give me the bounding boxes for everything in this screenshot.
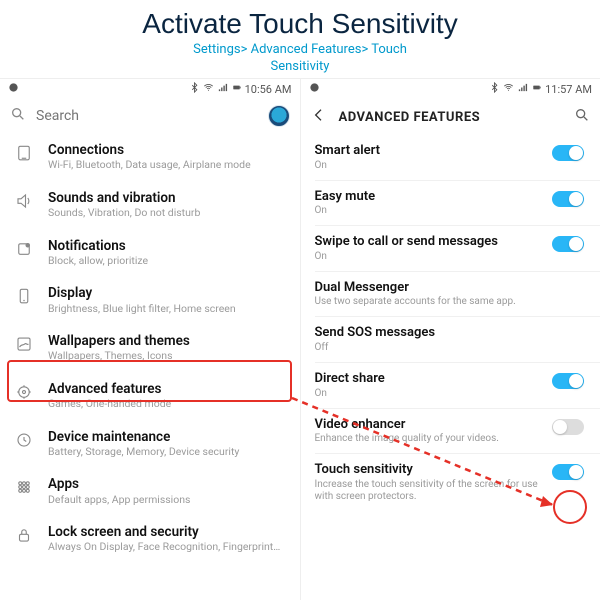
toggle-direct-share[interactable] xyxy=(552,373,584,389)
advanced-icon xyxy=(14,381,34,401)
search-bar[interactable] xyxy=(0,99,300,133)
features-list: Smart alertOn Easy muteOn Swipe to call … xyxy=(301,135,600,511)
row-connections[interactable]: ConnectionsWi-Fi, Bluetooth, Data usage,… xyxy=(0,133,300,181)
lock-icon xyxy=(14,524,34,544)
row-swipe-call[interactable]: Swipe to call or send messagesOn xyxy=(301,226,600,271)
search-icon[interactable] xyxy=(574,107,590,127)
wifi-icon xyxy=(203,82,214,96)
breadcrumb: Settings> Advanced Features> Touch Sensi… xyxy=(0,42,600,76)
screen-header: ADVANCED FEATURES xyxy=(301,99,600,135)
notifications-icon xyxy=(14,238,34,258)
connections-icon xyxy=(14,142,34,162)
row-notifications[interactable]: NotificationsBlock, allow, prioritize xyxy=(0,229,300,277)
row-sos[interactable]: Send SOS messagesOff xyxy=(301,317,600,362)
settings-screen: 10:56 AM ConnectionsWi-Fi, Bluetooth, Da… xyxy=(0,78,300,600)
page-title: Activate Touch Sensitivity xyxy=(0,0,600,40)
row-apps[interactable]: AppsDefault apps, App permissions xyxy=(0,467,300,515)
wifi-icon xyxy=(503,82,514,96)
reddit-icon xyxy=(309,82,320,96)
settings-list: ConnectionsWi-Fi, Bluetooth, Data usage,… xyxy=(0,133,300,563)
row-touch-sensitivity[interactable]: Touch sensitivityIncrease the touch sens… xyxy=(301,454,600,511)
row-sounds[interactable]: Sounds and vibrationSounds, Vibration, D… xyxy=(0,181,300,229)
row-dual-messenger[interactable]: Dual MessengerUse two separate accounts … xyxy=(301,272,600,317)
row-smart-alert[interactable]: Smart alertOn xyxy=(301,135,600,180)
bluetooth-icon xyxy=(189,82,200,96)
back-icon[interactable] xyxy=(311,107,327,127)
avatar[interactable] xyxy=(268,105,290,127)
status-bar: 11:57 AM xyxy=(301,79,600,99)
signal-icon xyxy=(217,82,228,96)
row-video-enhancer[interactable]: Video enhancerEnhance the image quality … xyxy=(301,409,600,454)
screen-title: ADVANCED FEATURES xyxy=(339,110,563,125)
row-direct-share[interactable]: Direct shareOn xyxy=(301,363,600,408)
toggle-smart-alert[interactable] xyxy=(552,145,584,161)
battery-icon xyxy=(231,82,242,96)
toggle-video-enhancer[interactable] xyxy=(552,419,584,435)
sound-icon xyxy=(14,190,34,210)
signal-icon xyxy=(517,82,528,96)
battery-icon xyxy=(531,82,542,96)
advanced-features-screen: 11:57 AM ADVANCED FEATURES Smart alertOn… xyxy=(300,78,600,600)
status-time: 11:57 AM xyxy=(545,83,592,96)
status-time: 10:56 AM xyxy=(245,83,292,96)
row-wallpapers[interactable]: Wallpapers and themesWallpapers, Themes,… xyxy=(0,324,300,372)
reddit-icon xyxy=(8,82,19,96)
row-easy-mute[interactable]: Easy muteOn xyxy=(301,181,600,226)
apps-icon xyxy=(14,476,34,496)
search-input[interactable] xyxy=(36,108,258,124)
toggle-swipe-call[interactable] xyxy=(552,236,584,252)
row-advanced-features[interactable]: Advanced featuresGames, One-handed mode xyxy=(0,372,300,420)
display-icon xyxy=(14,285,34,305)
toggle-easy-mute[interactable] xyxy=(552,191,584,207)
bluetooth-icon xyxy=(489,82,500,96)
wallpaper-icon xyxy=(14,333,34,353)
row-device-maintenance[interactable]: Device maintenanceBattery, Storage, Memo… xyxy=(0,420,300,468)
row-lock-security[interactable]: Lock screen and securityAlways On Displa… xyxy=(0,515,300,563)
toggle-touch-sensitivity[interactable] xyxy=(552,464,584,480)
row-display[interactable]: DisplayBrightness, Blue light filter, Ho… xyxy=(0,276,300,324)
maintenance-icon xyxy=(14,429,34,449)
search-icon xyxy=(10,106,26,126)
status-bar: 10:56 AM xyxy=(0,79,300,99)
